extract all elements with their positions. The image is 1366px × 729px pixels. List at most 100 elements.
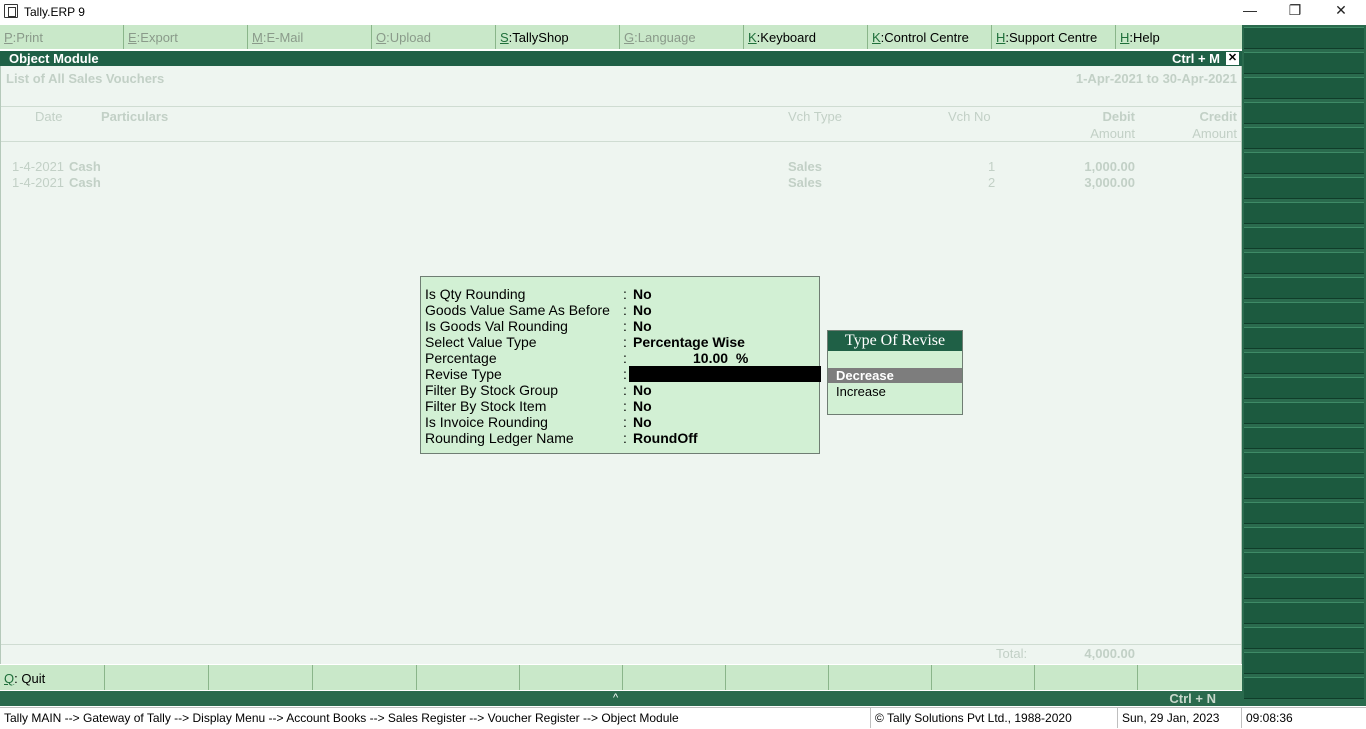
right-panel-button-slot[interactable]: [1244, 452, 1364, 474]
empty-button-slot: [105, 665, 209, 690]
col-debit-amount: Amount: [1090, 126, 1135, 141]
module-header: Object Module Ctrl + M ✕: [0, 51, 1242, 66]
menu-language-button[interactable]: G:Language: [620, 25, 744, 49]
right-panel-button-slot[interactable]: [1244, 602, 1364, 624]
empty-button-slot: [1035, 665, 1138, 690]
row-debit: 1,000.00: [1084, 159, 1135, 174]
col-vch-type: Vch Type: [788, 109, 842, 124]
row-vch-no: 1: [988, 159, 996, 174]
field-select-value-type[interactable]: Select Value Type: Percentage Wise: [425, 334, 817, 350]
empty-button-slot: [623, 665, 726, 690]
col-vch-no: Vch No: [948, 109, 991, 124]
revise-type-input[interactable]: [629, 366, 821, 382]
top-menu-bar: P:Print E:Export M:E-Mail O:Upload S:Tal…: [0, 25, 1242, 49]
menu-support-centre-button[interactable]: H:Support Centre: [992, 25, 1116, 49]
total-value: 4,000.00: [1084, 646, 1135, 661]
menu-control-centre-button[interactable]: K:Control Centre: [868, 25, 992, 49]
menu-export-button[interactable]: E:Export: [124, 25, 248, 49]
right-panel-button-slot[interactable]: [1244, 202, 1364, 224]
right-panel-button-slot[interactable]: [1244, 552, 1364, 574]
menu-upload-button[interactable]: O:Upload: [372, 25, 496, 49]
col-date: Date: [35, 109, 63, 124]
right-panel-button-slot[interactable]: [1244, 27, 1364, 49]
type-of-revise-popup: Type Of Revise Decrease Increase: [827, 330, 963, 415]
right-panel-button-slot[interactable]: [1244, 652, 1364, 674]
right-panel-button-slot[interactable]: [1244, 102, 1364, 124]
field-percentage[interactable]: Percentage:10.00 %: [425, 350, 817, 366]
field-rounding-ledger-name[interactable]: Rounding Ledger Name: RoundOff: [425, 430, 817, 446]
empty-button-slot: [932, 665, 1035, 690]
row-date: 1-4-2021: [12, 159, 65, 174]
menu-keyboard-button[interactable]: K:Keyboard: [744, 25, 868, 49]
menu-tallyshop-button[interactable]: S:TallyShop: [496, 25, 620, 49]
row-vch-no: 2: [988, 175, 996, 190]
right-panel-button-slot[interactable]: [1244, 77, 1364, 99]
right-panel-button-slot[interactable]: [1244, 377, 1364, 399]
right-panel-button-slot[interactable]: [1244, 527, 1364, 549]
right-panel-button-slot[interactable]: [1244, 627, 1364, 649]
window-titlebar: Tally.ERP 9 — ❐ ✕: [0, 0, 1366, 24]
row-particulars: Cash: [69, 159, 101, 174]
right-panel-button-slot[interactable]: [1244, 277, 1364, 299]
col-debit: Debit: [1102, 109, 1136, 124]
field-is-qty-rounding[interactable]: Is Qty Rounding: No: [425, 286, 817, 302]
right-panel-button-slot[interactable]: [1244, 577, 1364, 599]
right-panel-button-slot[interactable]: [1244, 477, 1364, 499]
right-panel-button-slot[interactable]: [1244, 352, 1364, 374]
divider: [1, 141, 1241, 142]
empty-button-slot: [209, 665, 313, 690]
report-period: 1-Apr-2021 to 30-Apr-2021: [1075, 71, 1237, 86]
popup-title: Type Of Revise: [828, 331, 962, 351]
row-vch-type: Sales: [788, 175, 822, 190]
restore-button[interactable]: ❐: [1272, 0, 1318, 22]
scroll-up-icon[interactable]: ^: [613, 692, 618, 704]
breadcrumb: Tally MAIN --> Gateway of Tally --> Disp…: [0, 708, 871, 728]
close-window-button[interactable]: ✕: [1318, 0, 1364, 22]
empty-button-slot: [829, 665, 932, 690]
right-panel-button-slot[interactable]: [1244, 152, 1364, 174]
menu-print-button[interactable]: P:Print: [0, 25, 124, 49]
right-panel-button-slot[interactable]: [1244, 52, 1364, 74]
right-panel-button-slot[interactable]: [1244, 252, 1364, 274]
empty-button-slot: [726, 665, 829, 690]
right-panel-button-slot[interactable]: [1244, 677, 1364, 699]
option-increase[interactable]: Increase: [828, 384, 962, 399]
right-panel-button-slot[interactable]: [1244, 327, 1364, 349]
right-panel-button-slot[interactable]: [1244, 227, 1364, 249]
right-panel-button-slot[interactable]: [1244, 177, 1364, 199]
status-date: Sun, 29 Jan, 2023: [1118, 708, 1242, 728]
row-debit: 3,000.00: [1084, 175, 1135, 190]
bottom-button-bar: Q: Quit: [0, 665, 1242, 690]
field-is-invoice-rounding[interactable]: Is Invoice Rounding: No: [425, 414, 817, 430]
module-close-icon[interactable]: ✕: [1226, 52, 1239, 65]
divider: [1, 644, 1241, 645]
row-vch-type: Sales: [788, 159, 822, 174]
row-particulars: Cash: [69, 175, 101, 190]
right-panel-button-slot[interactable]: [1244, 402, 1364, 424]
field-goods-value-same[interactable]: Goods Value Same As Before: No: [425, 302, 817, 318]
divider: [1, 106, 1241, 107]
right-panel-button-slot[interactable]: [1244, 302, 1364, 324]
quit-button[interactable]: Q: Quit: [0, 665, 105, 690]
ctrl-n-shortcut: Ctrl + N: [1169, 691, 1216, 706]
field-revise-type[interactable]: Revise Type:: [425, 366, 821, 382]
tally-app-icon: [4, 4, 18, 18]
menu-email-button[interactable]: M:E-Mail: [248, 25, 372, 49]
col-credit: Credit: [1199, 109, 1237, 124]
bottom-scroll-strip: ^ Ctrl + N: [0, 691, 1242, 706]
total-label: Total:: [996, 646, 1028, 661]
field-is-goods-val-rounding[interactable]: Is Goods Val Rounding: No: [425, 318, 817, 334]
right-panel-button-slot[interactable]: [1244, 502, 1364, 524]
menu-help-button[interactable]: H:Help: [1116, 25, 1242, 49]
object-module-form: Is Qty Rounding: No Goods Value Same As B…: [420, 276, 821, 454]
option-decrease[interactable]: Decrease: [828, 368, 962, 383]
minimize-button[interactable]: —: [1227, 0, 1273, 22]
right-panel-button-slot[interactable]: [1244, 427, 1364, 449]
status-time: 09:08:36: [1246, 711, 1293, 725]
field-filter-stock-group[interactable]: Filter By Stock Group: No: [425, 382, 817, 398]
field-filter-stock-item[interactable]: Filter By Stock Item: No: [425, 398, 817, 414]
empty-button-slot: [313, 665, 417, 690]
right-panel-button-slot[interactable]: [1244, 127, 1364, 149]
right-button-panel: [1242, 25, 1366, 706]
copyright: © Tally Solutions Pvt Ltd., 1988-2020: [871, 708, 1118, 728]
